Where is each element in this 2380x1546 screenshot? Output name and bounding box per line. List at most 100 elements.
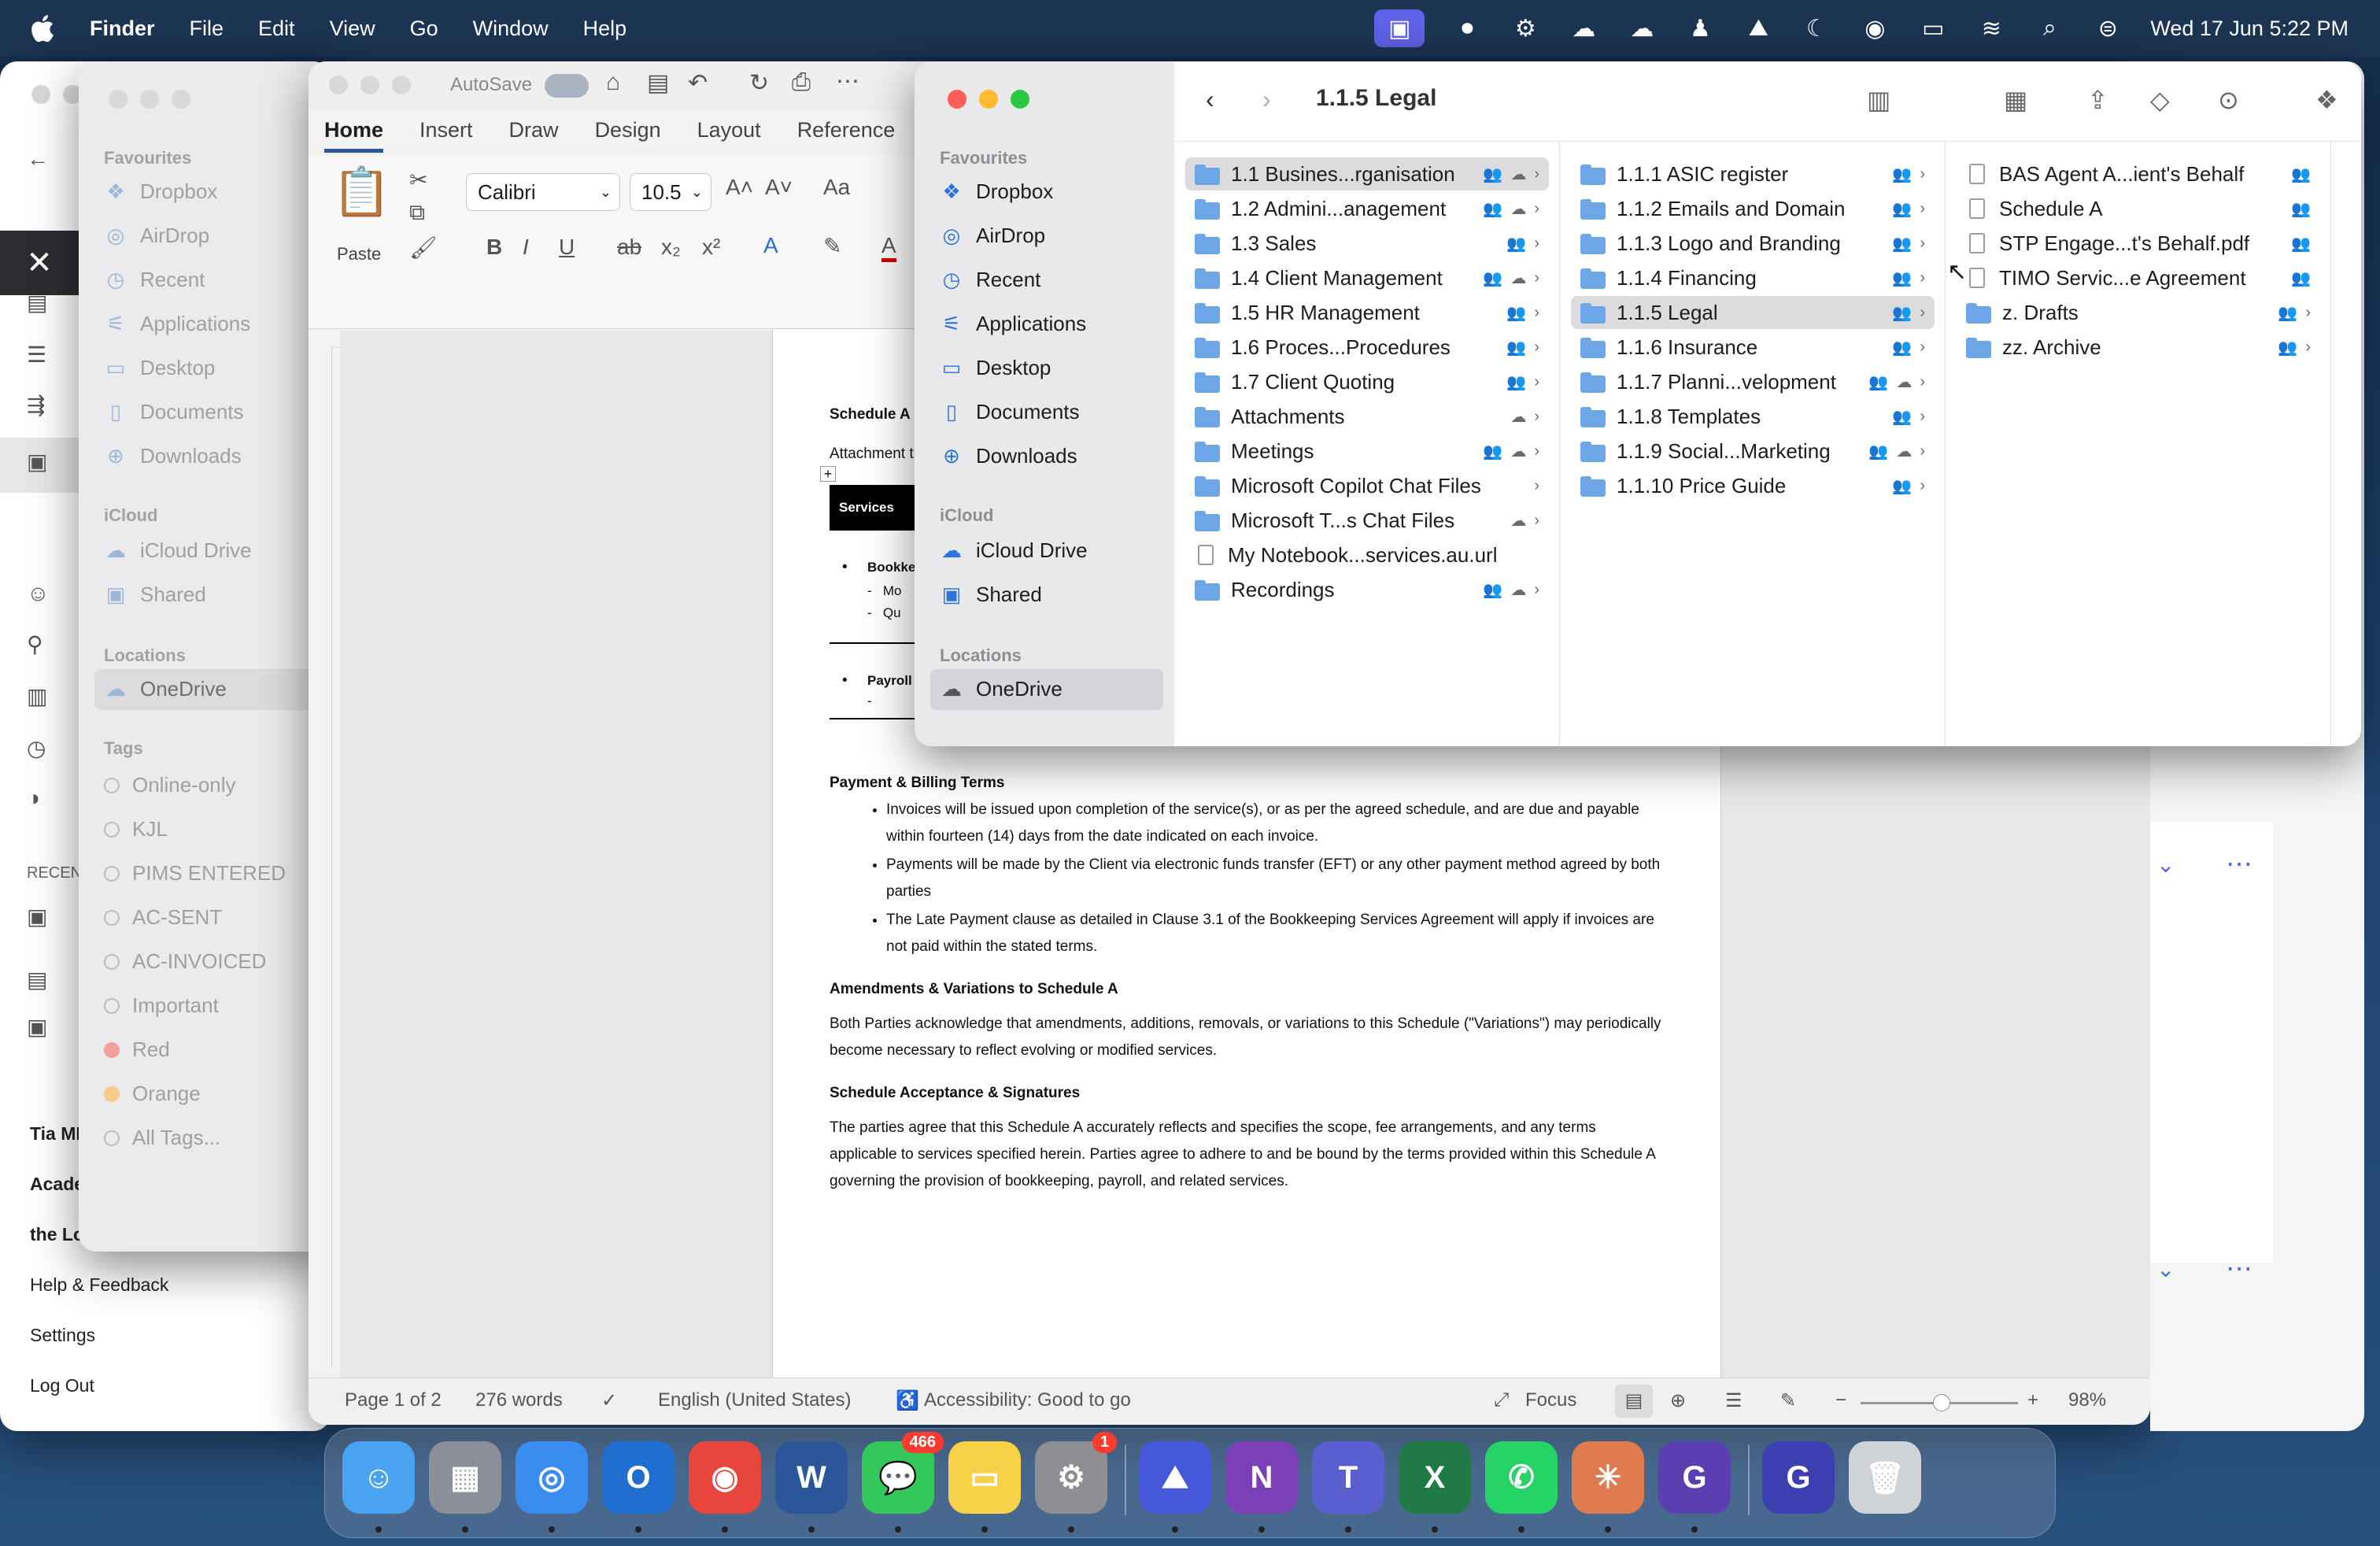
menu-clock[interactable]: Wed 17 Jun 5:22 PM [2150,17,2349,41]
finder-row[interactable]: TIMO Servic...e Agreement 👥 [1957,261,2320,294]
sidebar-item-dropbox[interactable]: ❖ Dropbox [104,179,217,204]
sidebar-item-airdrop[interactable]: ◎ AirDrop [104,224,209,248]
share-icon[interactable]: ⇪ [2087,85,2108,115]
zoom-in-icon[interactable]: + [2027,1389,2038,1411]
focus-button[interactable]: Focus [1525,1389,1576,1411]
finder-row[interactable]: 1.4 Client Management 👥 ☁ › [1185,261,1549,294]
vertical-ruler[interactable] [309,345,332,1368]
sidebar-item-downloads[interactable]: ⊕ Downloads [940,444,1077,468]
sidebar-item-applications[interactable]: ⚟ Applications [104,312,250,336]
dock-grammarly-icon[interactable]: G [1658,1441,1731,1514]
finder-row[interactable]: 1.1.9 Social...Marketing 👥 ☁ › [1571,435,1935,468]
tab-layout[interactable]: Layout [697,118,761,153]
finder-row[interactable]: My Notebook...services.au.url [1185,538,1549,571]
dock-launchpad-icon[interactable]: ▦ [429,1441,501,1514]
cloud-icon[interactable]: ☁ [1626,13,1658,44]
cloud-download-icon[interactable]: ☁ [1510,407,1526,427]
dock-safari-icon[interactable]: ◎ [516,1441,588,1514]
redo-icon[interactable]: ↻ [749,69,769,97]
sidebar-item-shared[interactable]: ▣ Shared [940,583,1042,607]
tag-orange[interactable]: Orange [104,1082,201,1106]
clipboard-icon[interactable]: 📋 [332,164,391,220]
finder-row[interactable]: zz. Archive 👥 › [1957,331,2320,364]
menu-help[interactable]: Help [583,17,627,41]
chevron-down-icon[interactable]: ⌄ [2156,852,2175,878]
tab-home[interactable]: Home [324,118,384,153]
menu-window[interactable]: Window [473,17,549,41]
finder-row[interactable]: 1.1.5 Legal 👥 › [1571,296,1935,329]
finder-row[interactable]: 1.1.7 Planni...velopment 👥 ☁ › [1571,365,1935,398]
dock-nordvpn-icon[interactable]: ⛰ [1139,1441,1211,1514]
superscript-button[interactable]: x² [702,235,720,260]
sidebar-item-onedrive[interactable]: ☁ OneDrive [104,677,227,701]
dock-system-settings-icon[interactable]: ⚙ 1 [1035,1432,1117,1514]
italic-button[interactable]: I [523,235,529,260]
dock-chrome-icon[interactable]: ◉ [689,1441,761,1514]
dropbox-icon[interactable]: ❖ [2315,85,2338,115]
chevron-down-icon[interactable]: ⌄ [2156,1256,2175,1282]
finder-row[interactable]: Meetings 👥 ☁ › [1185,435,1549,468]
toggle-icon[interactable]: ◑ [27,786,52,811]
sidebar-item-applications[interactable]: ⚟ Applications [940,312,1086,336]
tag-all-tags[interactable]: All Tags... [104,1126,220,1150]
finder-row[interactable]: STP Engage...t's Behalf.pdf 👥 [1957,227,2320,260]
battery-icon[interactable]: ▭ [1917,13,1949,44]
outline-icon[interactable]: ☰ [1725,1389,1743,1412]
word-count[interactable]: 276 words [475,1389,563,1411]
print-layout-icon[interactable]: ▤ [1615,1385,1653,1418]
cloud-download-icon[interactable]: ☁ [1896,372,1912,392]
language[interactable]: English (United States) [658,1389,851,1411]
group-icon[interactable]: ▦ [2004,85,2027,115]
sidebar-item-downloads[interactable]: ⊕ Downloads [104,444,242,468]
shrink-font-icon[interactable]: A˅ [765,175,793,200]
window-controls[interactable] [948,90,1029,109]
finder-row[interactable]: 1.5 HR Management 👥 › [1185,296,1549,329]
finder-row[interactable]: 1.1.10 Price Guide 👥 › [1571,469,1935,502]
dock-claude-icon[interactable]: ✳ [1572,1441,1644,1514]
dock-messages-icon[interactable]: 💬 466 [862,1432,944,1514]
dock-whatsapp-icon[interactable]: ✆ [1485,1441,1558,1514]
window-controls[interactable] [109,90,190,109]
tag-icon[interactable]: ◇ [2150,85,2170,115]
font-size-select[interactable]: 10.5 ⌄ [630,173,711,211]
finder-row[interactable]: 1.1.6 Insurance 👥 › [1571,331,1935,364]
dock-onenote-icon[interactable]: N [1225,1441,1298,1514]
settings-link[interactable]: Settings [30,1310,168,1360]
finder-row[interactable]: z. Drafts 👥 › [1957,296,2320,329]
grow-font-icon[interactable]: A˄ [726,175,753,200]
highlight-icon[interactable]: ✎ [823,233,841,259]
nordvpn-icon[interactable]: ⛰ [1743,13,1774,44]
finder-row[interactable]: 1.1.1 ASIC register 👥 › [1571,157,1935,190]
finder-row[interactable]: 1.3 Sales 👥 › [1185,227,1549,260]
web-layout-icon[interactable]: ⊕ [1670,1389,1686,1412]
forward-chevron-icon[interactable]: › [1262,85,1271,114]
finder-row[interactable]: Microsoft T...s Chat Files ☁ › [1185,504,1549,537]
activity-icon[interactable]: ▤ [27,290,52,315]
cloud-download-icon[interactable]: ☁ [1510,442,1526,461]
strikethrough-button[interactable]: ab [617,235,641,260]
save-icon[interactable]: ▤ [647,69,669,97]
tag-ac-invoiced[interactable]: AC-INVOICED [104,949,266,974]
font-name-select[interactable]: Calibri ⌄ [466,173,620,211]
dock-excel-icon[interactable]: X [1399,1441,1471,1514]
sidebar-item-icloud-drive[interactable]: ☁ iCloud Drive [104,538,252,563]
tab-design[interactable]: Design [595,118,661,153]
sidebar-item-airdrop[interactable]: ◎ AirDrop [940,224,1045,248]
zoom-slider-handle[interactable] [1933,1394,1950,1411]
moon-icon[interactable]: ☾ [1801,13,1832,44]
cloud-download-icon[interactable]: ☁ [1896,442,1912,461]
zoom-level[interactable]: 98% [2068,1389,2106,1411]
cloud-download-icon[interactable]: ☁ [1510,580,1526,600]
tab-insert[interactable]: Insert [419,118,473,153]
draft-icon[interactable]: ✎ [1780,1389,1796,1412]
sidebar-item-dropbox[interactable]: ❖ Dropbox [940,179,1053,204]
dock-notes-icon[interactable]: ▭ [948,1441,1021,1514]
finder-row[interactable]: 1.7 Client Quoting 👥 › [1185,365,1549,398]
zoom-slider[interactable] [1861,1394,2018,1411]
finder-row[interactable]: Microsoft Copilot Chat Files › [1185,469,1549,502]
dock-trash-icon[interactable]: 🗑 [1849,1441,1921,1514]
clock-icon[interactable]: ◷ [27,735,52,760]
text-effects-icon[interactable]: A [763,233,778,258]
proofing-icon[interactable]: ✓ [601,1389,617,1412]
copy-icon[interactable]: ⧉ [409,200,425,226]
